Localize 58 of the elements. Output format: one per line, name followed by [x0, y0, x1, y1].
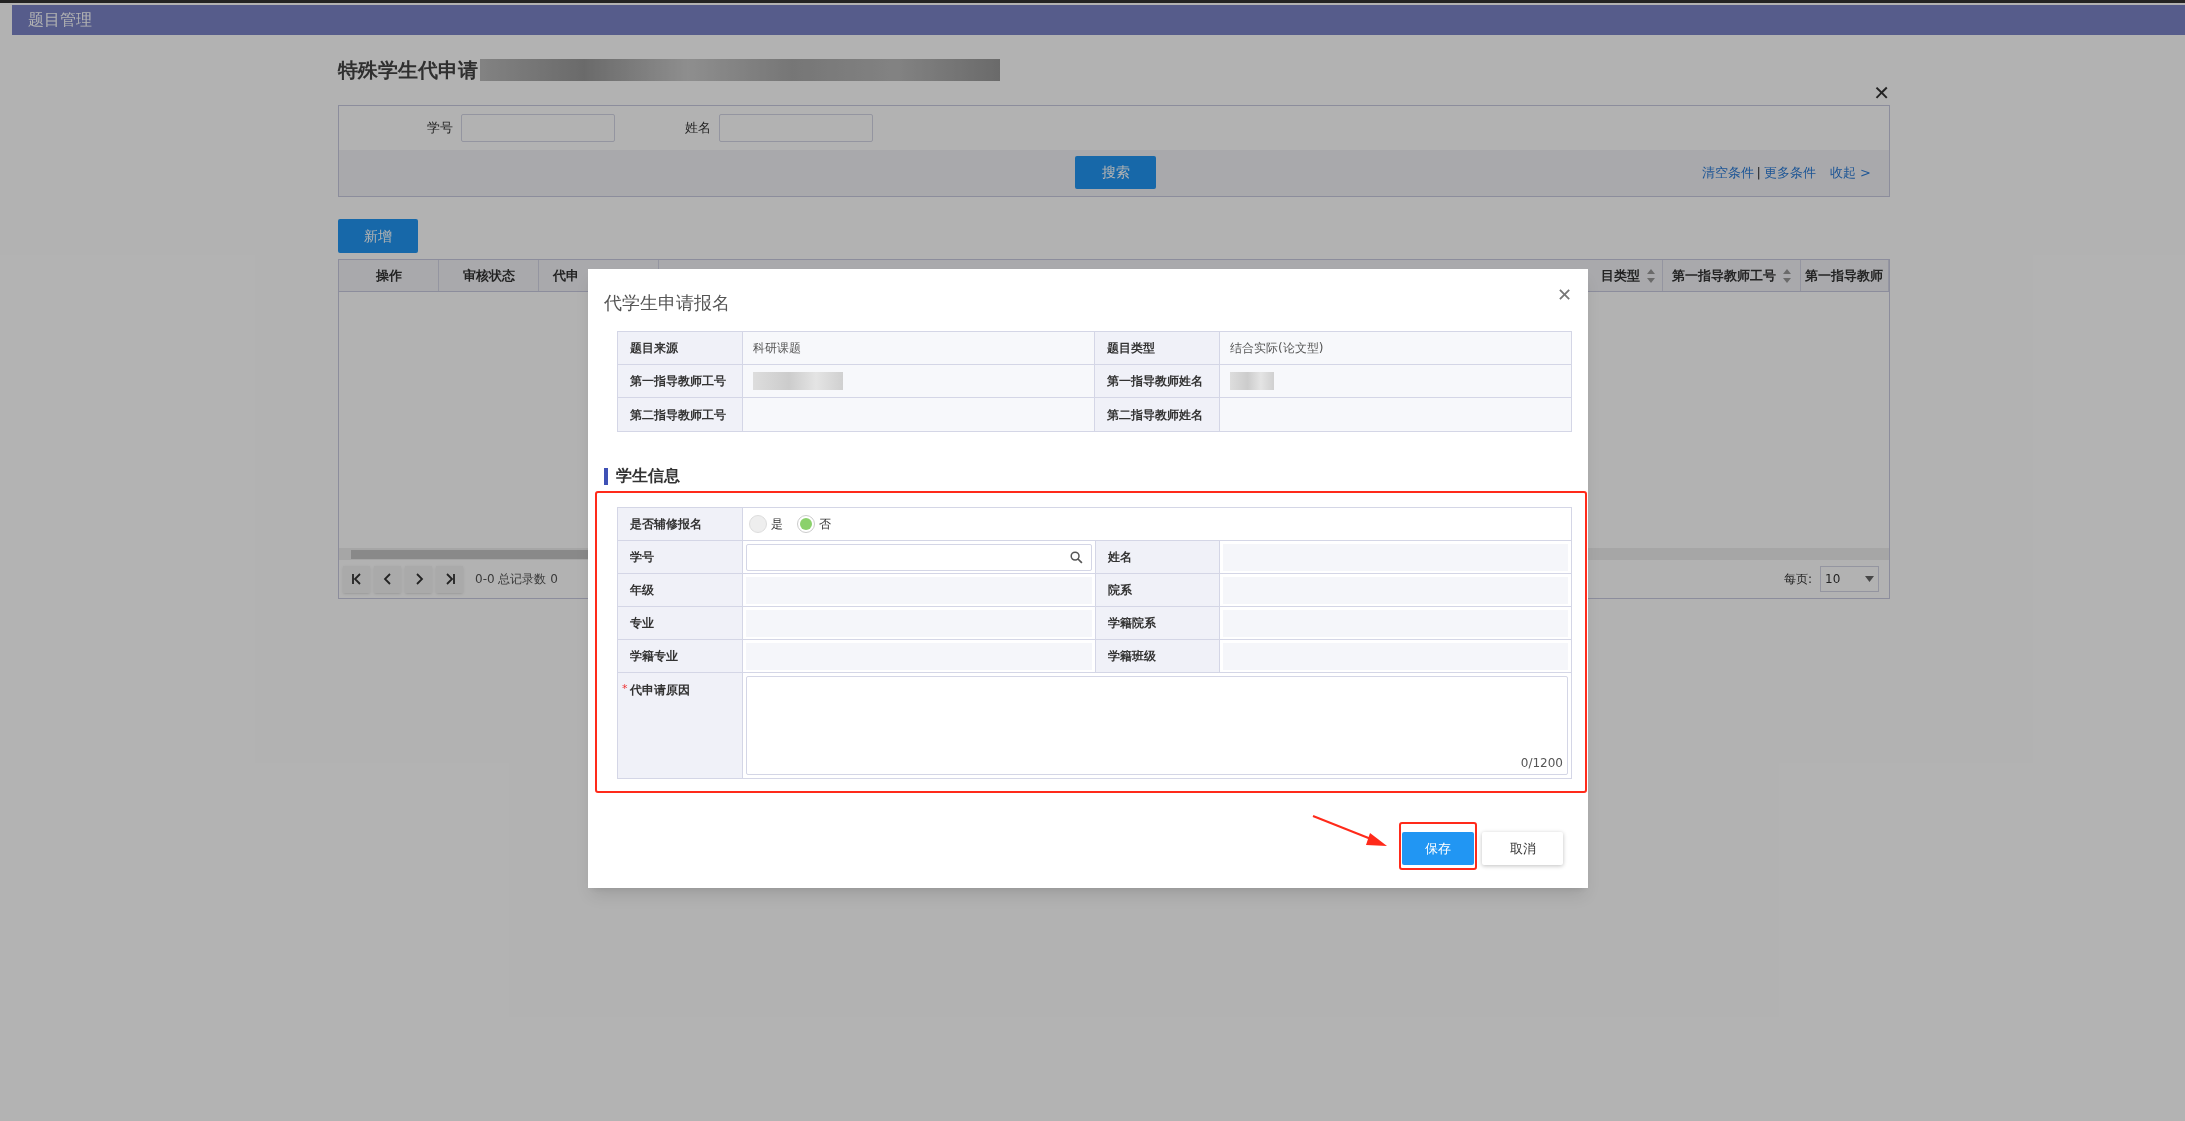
char-counter: 0/1200: [1520, 755, 1563, 772]
last-page-icon[interactable]: [443, 573, 456, 585]
field-label: 姓名: [1107, 549, 1132, 566]
info-value: 结合实际(论文型): [1230, 340, 1324, 357]
info-value: 科研课题: [753, 340, 801, 357]
field-label: 年级: [630, 582, 654, 599]
column-header[interactable]: 审核状态: [462, 265, 515, 286]
info-label: 第一指导教师姓名: [1107, 373, 1203, 390]
first-page-icon[interactable]: [350, 573, 363, 585]
field-label: 代申请原因: [629, 682, 690, 699]
info-label: 第二指导教师工号: [630, 406, 726, 424]
record-summary: 0-0 总记录数 0: [475, 571, 558, 588]
link-separator: |: [1756, 164, 1761, 183]
field-label: 学籍院系: [1107, 615, 1156, 632]
header-title: 题目管理: [28, 9, 92, 31]
per-page-select[interactable]: 10: [1820, 566, 1879, 592]
field-label: 姓名: [685, 119, 711, 138]
section-title: 学生信息: [616, 465, 680, 487]
dialog-title: 代学生申请报名: [604, 291, 730, 315]
next-page-button[interactable]: [405, 565, 432, 593]
close-button[interactable]: ✕: [1873, 83, 1890, 103]
search-icon[interactable]: [1069, 551, 1083, 564]
search-field[interactable]: [719, 114, 873, 142]
sort-icon: [1781, 267, 1792, 284]
field-label: 学号: [630, 549, 654, 566]
page-title: 特殊学生代申请: [338, 57, 478, 84]
column-header[interactable]: 第一指导教师: [1805, 265, 1883, 286]
prev-page-icon[interactable]: [381, 573, 394, 585]
prev-page-button[interactable]: [374, 565, 401, 593]
caret-icon: [1865, 576, 1874, 582]
last-page-button[interactable]: [436, 565, 463, 593]
field-label: 院系: [1107, 582, 1132, 599]
field-label: 学号: [427, 119, 453, 138]
column-header[interactable]: 操作: [375, 265, 402, 286]
radio-button[interactable]: [749, 515, 767, 533]
field-label: 学籍班级: [1107, 648, 1156, 665]
field-label: 专业: [630, 615, 654, 632]
info-label: 题目来源: [630, 340, 678, 357]
per-page-label: 每页:: [1783, 571, 1812, 588]
required-mark: *: [622, 681, 628, 697]
info-label: 第一指导教师工号: [630, 373, 726, 390]
close-button[interactable]: ✕: [1556, 281, 1572, 308]
column-header[interactable]: 代申: [553, 265, 579, 286]
column-header[interactable]: 目类型: [1601, 265, 1640, 286]
sort-icon: [1646, 267, 1656, 284]
info-label: 第二指导教师姓名: [1107, 406, 1203, 424]
first-page-button[interactable]: [343, 565, 370, 593]
search-field[interactable]: [461, 114, 615, 142]
field-label: 学籍专业: [630, 648, 678, 665]
radio-option[interactable]: 是: [749, 515, 783, 533]
cancel-button[interactable]: 取消: [1482, 832, 1563, 865]
reason-textarea[interactable]: 0/1200: [746, 676, 1568, 775]
info-label: 题目类型: [1107, 340, 1155, 357]
radio-button[interactable]: [797, 515, 815, 533]
radio-option[interactable]: 否: [797, 515, 831, 533]
field-label: 是否辅修报名: [630, 516, 702, 533]
student-id-field[interactable]: [746, 544, 1092, 571]
column-header[interactable]: 第一指导教师工号: [1671, 265, 1776, 286]
